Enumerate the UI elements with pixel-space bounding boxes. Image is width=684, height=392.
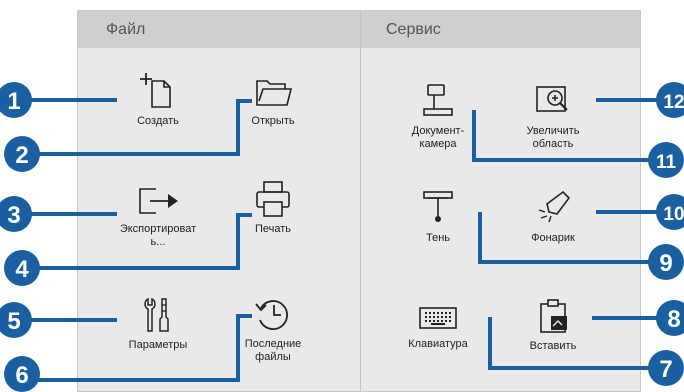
callout-number-7: 7 [659,356,672,383]
callout-badge-4: 4 [4,250,40,286]
callout-number-9: 9 [659,250,672,277]
callout-badge-7: 7 [648,350,684,386]
callout-leader-9 [478,212,665,264]
callout-leader-11 [472,110,665,162]
callout-number-4: 4 [15,256,29,283]
callout-badge-1: 1 [0,82,32,118]
callout-badge-9: 9 [648,244,684,280]
callout-badge-3: 3 [0,196,32,232]
callout-leader-6 [34,314,252,382]
callout-badge-5: 5 [0,302,32,338]
callout-number-2: 2 [15,142,28,169]
callout-badge-12: 12 [656,82,684,118]
callout-number-11: 11 [656,152,677,173]
callout-badge-11: 11 [648,142,684,178]
callout-leaders [26,98,665,382]
callout-badges: 1 2 3 4 5 6 7 8 9 10 11 12 [0,82,684,392]
callout-number-5: 5 [7,308,20,335]
callout-number-12: 12 [663,92,684,113]
callout-leader-7 [488,317,665,370]
callout-leader-4 [34,213,252,270]
callout-layer: 1 2 3 4 5 6 7 8 9 10 11 12 [0,82,684,392]
callout-badge-10: 10 [656,194,684,230]
callout-number-1: 1 [7,88,20,115]
callout-number-8: 8 [667,306,680,333]
callout-number-6: 6 [15,362,28,389]
callout-badge-6: 6 [4,356,40,392]
callout-badge-2: 2 [4,136,40,172]
callout-leader-2 [34,99,252,156]
callout-badge-8: 8 [656,300,684,336]
callout-number-3: 3 [7,202,20,229]
callout-number-10: 10 [663,204,684,225]
